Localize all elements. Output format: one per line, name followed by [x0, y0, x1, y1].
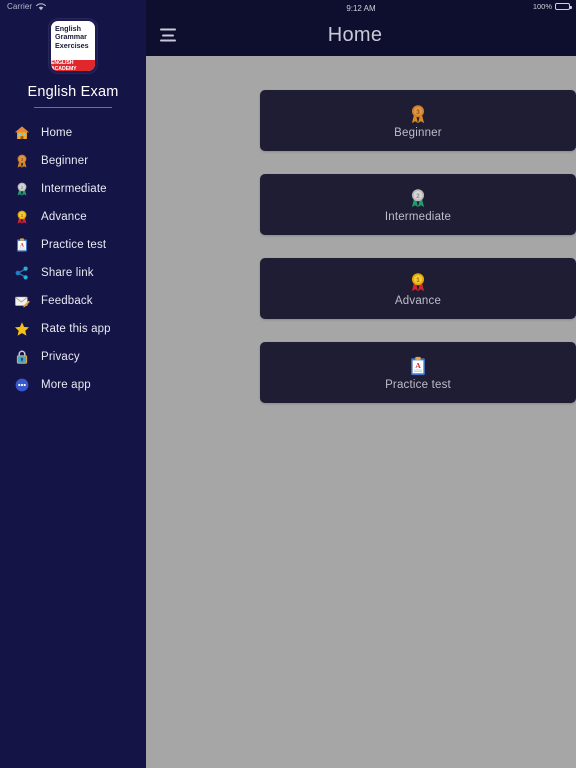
card-advance[interactable]: 1 Advance: [260, 258, 576, 319]
sidebar-item-label: Rate this app: [41, 323, 111, 335]
navbar-inner: Home: [146, 14, 576, 56]
house-icon: [14, 125, 30, 141]
top-navigation-bar: 9:12 AM 100% Home: [146, 0, 576, 56]
sidebar-nav-list: Home 3 Beginner 2 Intermediate 1 Advance…: [0, 119, 146, 399]
sidebar-item-label: Practice test: [41, 239, 107, 251]
status-bar-time: 9:12 AM: [346, 3, 376, 13]
page-title: Home: [327, 23, 383, 46]
share-nodes-icon: [14, 265, 30, 281]
battery-full-icon: [555, 3, 572, 10]
main-content-area: 9:12 AM 100% Home 3 Beginner 2 Intermedi…: [146, 0, 576, 768]
svg-text:A: A: [415, 361, 421, 370]
star-icon: [14, 321, 30, 337]
sidebar-item-label: Advance: [41, 211, 87, 223]
silver-medal-icon: 2: [407, 187, 429, 209]
sidebar-item-label: Home: [41, 127, 73, 139]
svg-text:1: 1: [416, 276, 420, 283]
app-title: English Exam: [27, 84, 119, 100]
card-label: Beginner: [394, 126, 442, 139]
card-practice-test[interactable]: A Practice test: [260, 342, 576, 403]
sidebar-item-home[interactable]: Home: [0, 119, 146, 147]
status-bar-left: Carrier: [7, 2, 47, 11]
sidebar-item-advance[interactable]: 1 Advance: [0, 203, 146, 231]
sidebar-item-label: Beginner: [41, 155, 89, 167]
clipboard-grade-icon: A: [407, 355, 429, 377]
card-list: 3 Beginner 2 Intermediate 1 Advance A Pr…: [146, 56, 576, 403]
more-dots-icon: [14, 377, 30, 393]
sidebar-item-label: Privacy: [41, 351, 80, 363]
svg-text:3: 3: [21, 157, 24, 162]
memo-envelope-icon: [14, 293, 30, 309]
svg-text:1: 1: [21, 213, 24, 218]
svg-text:2: 2: [416, 192, 420, 199]
sidebar-item-share-link[interactable]: Share link: [0, 259, 146, 287]
logo-band: ENGLISH ACADEMY: [51, 60, 95, 71]
wifi-icon: [36, 2, 47, 10]
app-root: Carrier English Grammar Exercises ENGLIS…: [0, 0, 576, 768]
sidebar-item-label: More app: [41, 379, 91, 391]
bronze-medal-icon: 3: [407, 103, 429, 125]
battery-percent-label: 100%: [532, 2, 552, 11]
card-label: Practice test: [385, 378, 451, 391]
svg-text:3: 3: [416, 108, 420, 115]
logo-line-3: Exercises: [55, 40, 89, 50]
title-divider: [34, 107, 112, 108]
sidebar-item-label: Intermediate: [41, 183, 107, 195]
carrier-label: Carrier: [7, 2, 33, 11]
card-label: Advance: [394, 294, 442, 307]
silver-medal-icon: 2: [14, 181, 30, 197]
app-logo-icon: English Grammar Exercises ENGLISH ACADEM…: [49, 19, 97, 73]
sidebar-item-privacy[interactable]: Privacy: [0, 343, 146, 371]
lock-icon: [14, 349, 30, 365]
sidebar-item-practice-test[interactable]: A Practice test: [0, 231, 146, 259]
sidebar-drawer: Carrier English Grammar Exercises ENGLIS…: [0, 0, 146, 768]
gold-medal-icon: 1: [407, 271, 429, 293]
sidebar-item-feedback[interactable]: Feedback: [0, 287, 146, 315]
card-beginner[interactable]: 3 Beginner: [260, 90, 576, 151]
card-label: Intermediate: [384, 210, 452, 223]
sidebar-item-more-app[interactable]: More app: [0, 371, 146, 399]
sidebar-item-label: Share link: [41, 267, 94, 279]
card-intermediate[interactable]: 2 Intermediate: [260, 174, 576, 235]
clipboard-grade-icon: A: [14, 237, 30, 253]
bronze-medal-icon: 3: [14, 153, 30, 169]
svg-text:2: 2: [21, 185, 24, 190]
sidebar-item-label: Feedback: [41, 295, 93, 307]
gold-medal-icon: 1: [14, 209, 30, 225]
sidebar-item-intermediate[interactable]: 2 Intermediate: [0, 175, 146, 203]
logo-text: English Grammar Exercises: [51, 21, 95, 60]
status-bar-battery: 100%: [532, 2, 572, 11]
sidebar-item-rate-this-app[interactable]: Rate this app: [0, 315, 146, 343]
sidebar-item-beginner[interactable]: 3 Beginner: [0, 147, 146, 175]
